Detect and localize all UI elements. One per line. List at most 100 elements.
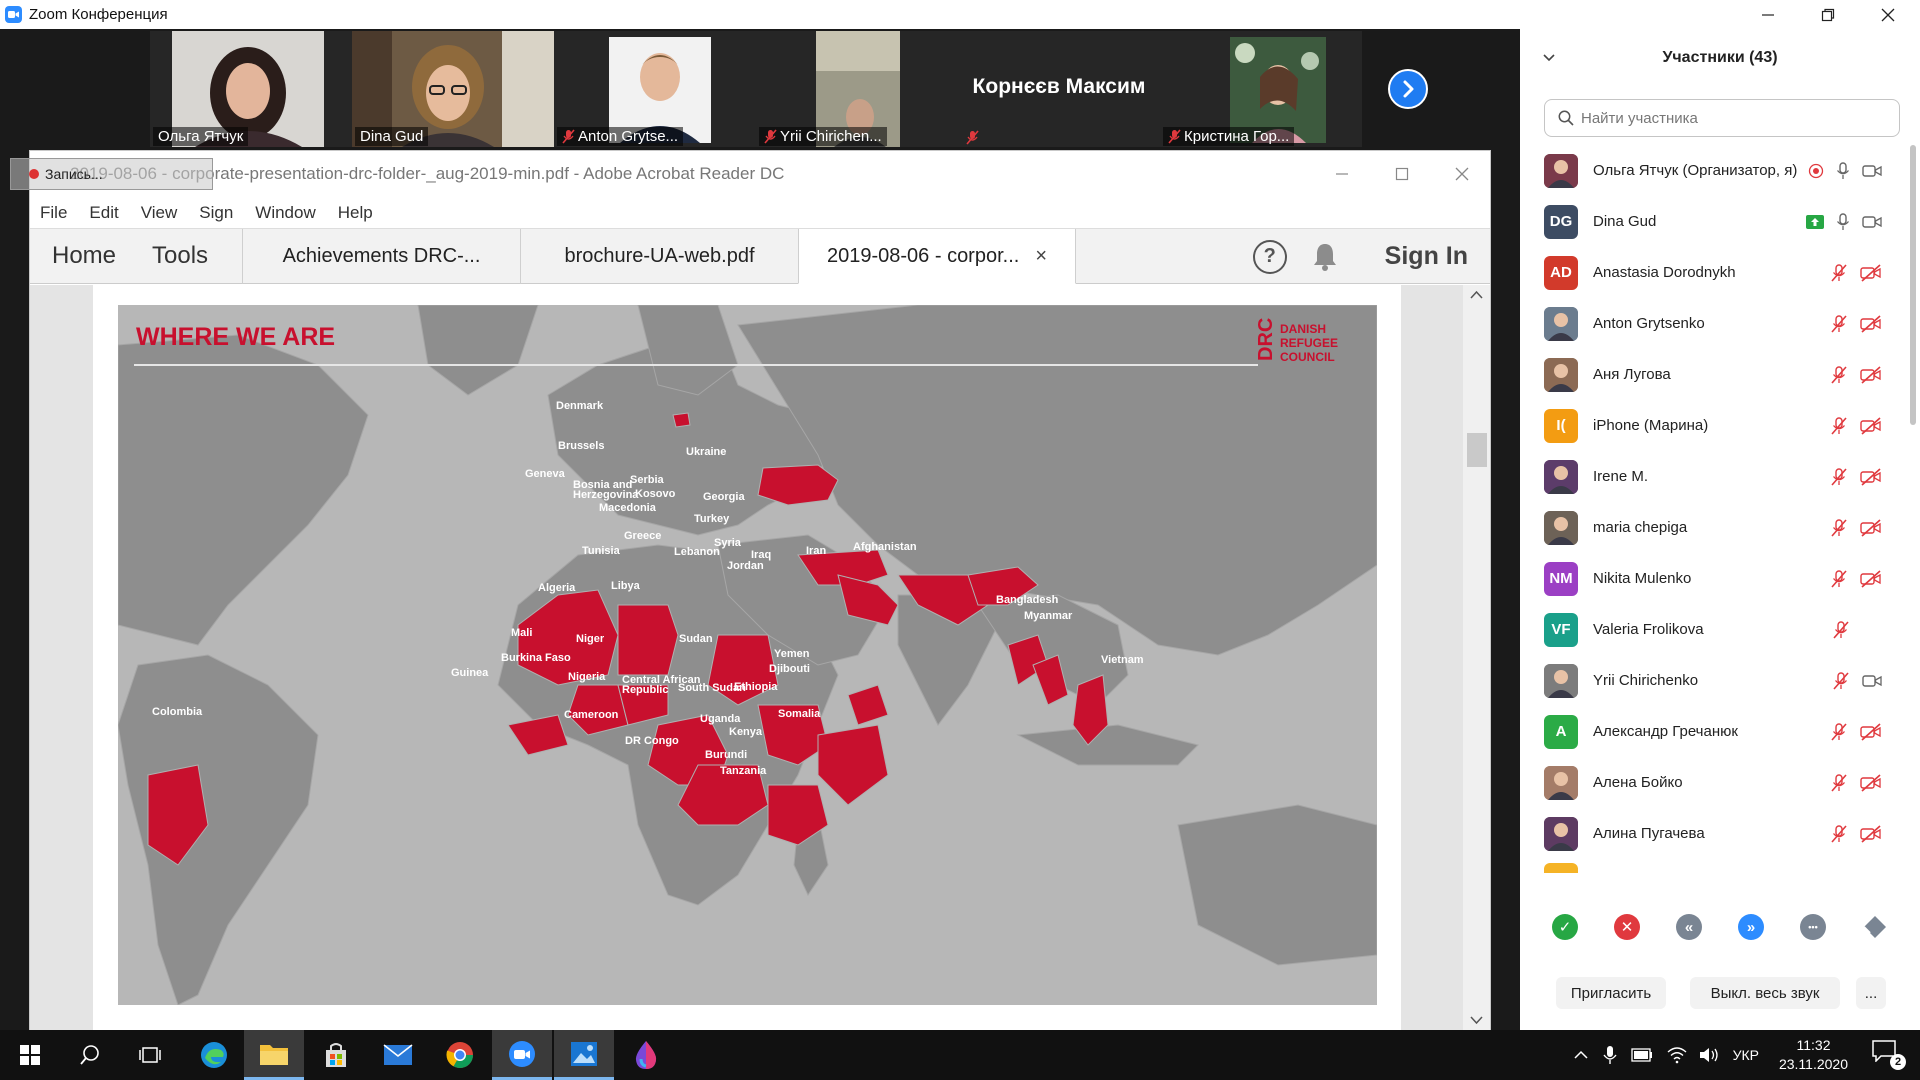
start-button[interactable] — [0, 1030, 60, 1080]
invite-button[interactable]: Пригласить — [1556, 977, 1666, 1009]
participant-row[interactable]: DG Dina Gud — [1520, 196, 1906, 247]
participant-search[interactable] — [1544, 99, 1900, 137]
mic-muted-icon[interactable] — [1830, 773, 1848, 792]
video-tile[interactable]: Yrii Chirichen... — [756, 31, 958, 147]
video-off-icon[interactable] — [1860, 263, 1882, 282]
close-window-button[interactable] — [1860, 0, 1916, 29]
video-tile-no-video[interactable]: Корнєєв Максим — [958, 31, 1160, 147]
video-tile[interactable]: Anton Grytse... — [554, 31, 756, 147]
participant-row[interactable]: AD Anastasia Dorodnykh — [1520, 247, 1906, 298]
mic-muted-icon[interactable] — [1832, 620, 1850, 639]
participant-row[interactable]: maria chepiga — [1520, 502, 1906, 553]
video-tile[interactable]: Ольга Ятчук — [150, 31, 352, 147]
document-area[interactable]: WHERE WE ARE DRC DANISH REFUGEE COUNCIL … — [30, 285, 1490, 1030]
reaction-faster-button[interactable]: » — [1738, 914, 1764, 940]
clock[interactable]: 11:32 23.11.2020 — [1779, 1036, 1848, 1074]
taskbar-store[interactable] — [306, 1030, 366, 1080]
acrobat-minimize-button[interactable] — [1313, 151, 1371, 197]
video-off-icon[interactable] — [1860, 824, 1882, 843]
participant-row[interactable]: NM Nikita Mulenko — [1520, 553, 1906, 604]
video-off-icon[interactable] — [1860, 569, 1882, 588]
video-off-icon[interactable] — [1860, 314, 1882, 333]
acrobat-maximize-button[interactable] — [1373, 151, 1431, 197]
mic-muted-icon[interactable] — [1832, 671, 1850, 690]
participant-row[interactable]: VF Valeria Frolikova — [1520, 604, 1906, 655]
scroll-down-icon[interactable] — [1463, 1010, 1490, 1030]
reaction-yes-button[interactable]: ✓ — [1552, 914, 1578, 940]
video-off-icon[interactable] — [1860, 416, 1882, 435]
reaction-no-button[interactable]: ✕ — [1614, 914, 1640, 940]
taskbar-file-explorer[interactable] — [244, 1030, 304, 1080]
mic-muted-icon[interactable] — [1830, 365, 1848, 384]
participant-row[interactable]: A Александр Гречанюк — [1520, 706, 1906, 757]
reaction-clear-button[interactable] — [1862, 914, 1888, 940]
document-scrollbar[interactable] — [1463, 285, 1490, 1030]
search-input[interactable] — [1581, 109, 1881, 127]
language-indicator[interactable]: УКР — [1733, 1047, 1759, 1063]
restore-button[interactable] — [1800, 0, 1856, 29]
participant-row[interactable]: Алина Пугачева — [1520, 808, 1906, 859]
minimize-button[interactable] — [1740, 0, 1796, 29]
video-camera-icon[interactable] — [1862, 215, 1882, 229]
doc-tab-corporate-active[interactable]: 2019-08-06 - corpor... × — [798, 229, 1076, 284]
video-off-icon[interactable] — [1860, 773, 1882, 792]
sign-in-button[interactable]: Sign In — [1385, 242, 1468, 271]
video-off-icon[interactable] — [1860, 467, 1882, 486]
participant-row[interactable]: I(iPhone (Марина) — [1520, 400, 1906, 451]
video-off-icon[interactable] — [1860, 722, 1882, 741]
mic-muted-icon[interactable] — [1830, 416, 1848, 435]
taskbar-photos[interactable] — [554, 1030, 614, 1080]
participant-row[interactable]: Алена Бойко — [1520, 757, 1906, 808]
video-off-icon[interactable] — [1860, 365, 1882, 384]
mic-muted-icon[interactable] — [1830, 467, 1848, 486]
mic-muted-icon[interactable] — [1830, 569, 1848, 588]
video-off-icon[interactable] — [1860, 518, 1882, 537]
microphone-icon[interactable] — [1603, 1045, 1617, 1065]
menu-edit[interactable]: Edit — [89, 203, 118, 223]
help-button[interactable]: ? — [1252, 239, 1287, 274]
notification-center-button[interactable]: 2 — [1872, 1040, 1906, 1070]
participant-row[interactable]: Аня Лугова — [1520, 349, 1906, 400]
taskbar-chrome[interactable] — [430, 1030, 490, 1080]
mic-muted-icon[interactable] — [1830, 518, 1848, 537]
reaction-slower-button[interactable]: « — [1676, 914, 1702, 940]
mute-all-button[interactable]: Выкл. весь звук — [1690, 977, 1840, 1009]
menu-help[interactable]: Help — [338, 203, 373, 223]
more-options-button[interactable]: ... — [1856, 977, 1886, 1009]
bell-icon[interactable] — [1311, 242, 1339, 272]
chevron-up-icon[interactable] — [1573, 1047, 1589, 1063]
chevron-down-icon[interactable] — [1542, 51, 1556, 65]
video-tile-active-speaker[interactable]: Dina Gud — [352, 31, 554, 147]
acrobat-close-button[interactable] — [1433, 151, 1491, 197]
video-camera-icon[interactable] — [1862, 674, 1882, 688]
next-page-button[interactable] — [1388, 69, 1428, 109]
taskbar-zoom[interactable] — [492, 1030, 552, 1080]
scroll-thumb[interactable] — [1467, 433, 1487, 467]
menu-sign[interactable]: Sign — [199, 203, 233, 223]
taskbar-drop-app[interactable] — [616, 1030, 676, 1080]
scroll-up-icon[interactable] — [1463, 285, 1490, 305]
taskbar-edge[interactable] — [184, 1030, 244, 1080]
battery-icon[interactable] — [1630, 1048, 1653, 1062]
menu-file[interactable]: File — [40, 203, 67, 223]
taskbar-search-button[interactable] — [60, 1030, 120, 1080]
video-camera-icon[interactable] — [1862, 164, 1882, 178]
participant-row[interactable]: Yrii Chirichenko — [1520, 655, 1906, 706]
mic-muted-icon[interactable] — [1830, 263, 1848, 282]
doc-tab-achievements[interactable]: Achievements DRC-... — [242, 229, 520, 284]
participant-row[interactable]: Anton Grytsenko — [1520, 298, 1906, 349]
menu-view[interactable]: View — [141, 203, 178, 223]
mic-muted-icon[interactable] — [1830, 314, 1848, 333]
reaction-more-button[interactable]: ••• — [1800, 914, 1826, 940]
taskbar-mail[interactable] — [368, 1030, 428, 1080]
participant-row[interactable]: Ольга Ятчук (Организатор, я) — [1520, 145, 1906, 196]
microphone-icon[interactable] — [1836, 212, 1850, 231]
mic-muted-icon[interactable] — [1830, 722, 1848, 741]
tools-tab[interactable]: Tools — [144, 229, 242, 283]
doc-tab-brochure[interactable]: brochure-UA-web.pdf — [520, 229, 798, 284]
wifi-icon[interactable] — [1667, 1046, 1687, 1064]
home-tab[interactable]: Home — [30, 229, 144, 283]
participants-scrollbar[interactable] — [1910, 145, 1916, 425]
participant-row[interactable]: Irene M. — [1520, 451, 1906, 502]
microphone-icon[interactable] — [1836, 161, 1850, 180]
